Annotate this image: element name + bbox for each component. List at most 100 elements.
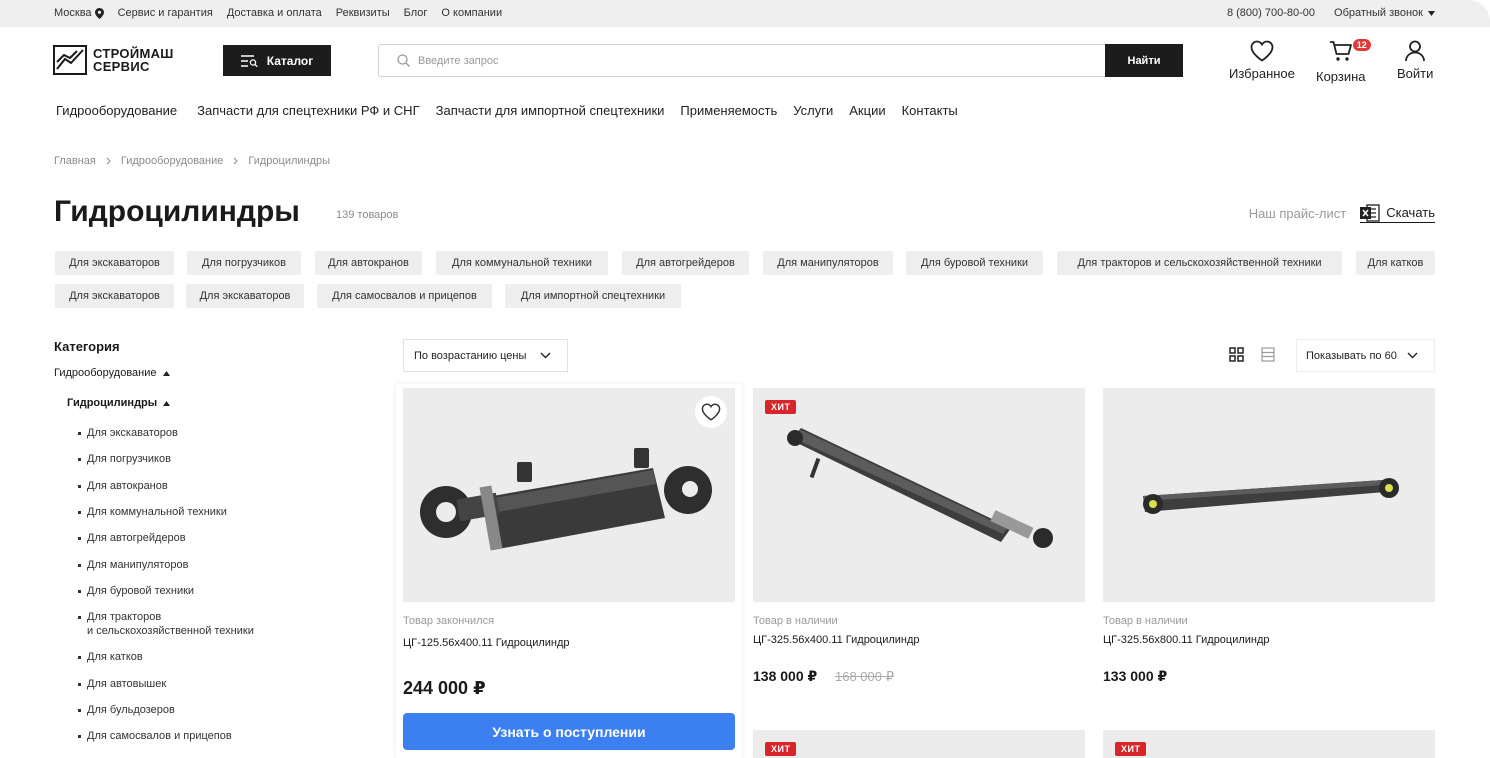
- download-pricelist-link[interactable]: Скачать: [1360, 204, 1435, 223]
- topbar-link-service[interactable]: Сервис и гарантия: [118, 7, 213, 19]
- chip-dump-trucks[interactable]: Для самосвалов и прицепов: [317, 284, 492, 308]
- sidebar-category-cylinders[interactable]: Гидроцилиндры: [67, 397, 171, 409]
- login-label: Войти: [1397, 66, 1434, 81]
- caret-up-icon: [163, 400, 171, 406]
- nav-parts-import[interactable]: Запчасти для импортной спецтехники: [436, 103, 665, 118]
- topbar-link-requisites[interactable]: Реквизиты: [336, 7, 390, 19]
- catalog-button[interactable]: Каталог: [223, 45, 331, 76]
- sidebar-item-dump-trucks[interactable]: Для самосвалов и прицепов: [78, 729, 232, 743]
- chip-tractors[interactable]: Для тракторов и сельскохозяйственной тех…: [1057, 251, 1342, 275]
- stock-status: Товар закончился: [403, 615, 495, 627]
- product-price: 133 000 ₽: [1103, 668, 1168, 684]
- sidebar-item-bulldozers[interactable]: Для бульдозеров: [78, 703, 175, 717]
- product-price: 138 000 ₽: [753, 668, 818, 684]
- product-card[interactable]: Товар в наличии ЦГ-325.56х800.11 Гидроци…: [1103, 388, 1435, 684]
- nav-promotions[interactable]: Акции: [849, 103, 885, 118]
- notify-button[interactable]: Узнать о поступлении: [403, 713, 735, 750]
- product-card[interactable]: ХИТ: [1103, 730, 1435, 758]
- product-price: 244 000 ₽: [403, 678, 486, 698]
- city-selector[interactable]: Москва: [54, 7, 104, 19]
- per-page-select[interactable]: Показывать по 60: [1296, 339, 1435, 372]
- favorites-label: Избранное: [1229, 66, 1295, 81]
- pricelist: Наш прайс-лист Скачать: [1249, 204, 1435, 223]
- chip-graders[interactable]: Для автогрейдеров: [622, 251, 749, 275]
- sidebar-item-municipal[interactable]: Для коммунальной техники: [78, 505, 227, 519]
- product-card[interactable]: ХИТ: [753, 730, 1085, 758]
- favorite-toggle[interactable]: [695, 396, 727, 428]
- product-image: [1103, 388, 1435, 602]
- product-name[interactable]: ЦГ-125.56х400.11 Гидроцилиндр: [403, 637, 570, 649]
- product-name[interactable]: ЦГ-325.56х400.11 Гидроцилиндр: [753, 634, 920, 646]
- sidebar-item-manipulators[interactable]: Для манипуляторов: [78, 558, 188, 572]
- sidebar-category-label: Гидрооборудование: [54, 367, 157, 379]
- grid-view-icon[interactable]: [1229, 347, 1244, 362]
- phone-number[interactable]: 8 (800) 700-80-00: [1227, 7, 1315, 19]
- nav-applicability[interactable]: Применяемость: [680, 103, 777, 118]
- topbar-link-blog[interactable]: Блог: [404, 7, 428, 19]
- breadcrumb-hydraulics[interactable]: Гидрооборудование: [121, 155, 224, 167]
- breadcrumb: Главная Гидрооборудование Гидроцилиндры: [54, 155, 330, 167]
- cart-button[interactable]: 12 Корзина: [1316, 39, 1371, 84]
- topbar-link-delivery[interactable]: Доставка и оплата: [227, 7, 322, 19]
- excel-icon: [1360, 204, 1380, 222]
- chip-excavators-3[interactable]: Для экскаваторов: [186, 284, 304, 308]
- nav-contacts[interactable]: Контакты: [902, 103, 958, 118]
- search-box: [378, 44, 1106, 77]
- list-view-icon[interactable]: [1261, 347, 1275, 362]
- sidebar-item-excavators[interactable]: Для экскаваторов: [78, 426, 178, 440]
- sidebar-item-aerial[interactable]: Для автовышек: [78, 677, 166, 691]
- chip-loaders[interactable]: Для погрузчиков: [187, 251, 301, 275]
- hit-badge: ХИТ: [765, 400, 797, 414]
- heart-icon: [1250, 40, 1274, 62]
- login-button[interactable]: Войти: [1397, 40, 1433, 81]
- product-name[interactable]: ЦГ-325.56х800.11 Гидроцилиндр: [1103, 634, 1270, 646]
- find-button[interactable]: Найти: [1105, 44, 1183, 77]
- chip-excavators-2[interactable]: Для экскаваторов: [55, 284, 174, 308]
- favorites-button[interactable]: Избранное: [1229, 40, 1295, 81]
- sidebar-item-drilling[interactable]: Для буровой техники: [78, 584, 194, 598]
- chip-manipulators[interactable]: Для манипуляторов: [763, 251, 893, 275]
- sidebar-category-hydraulics[interactable]: Гидрооборудование: [54, 367, 170, 379]
- logo-text: СТРОЙМАШ СЕРВИС: [93, 47, 174, 73]
- location-pin-icon: [94, 7, 104, 19]
- cart-count-badge: 12: [1352, 39, 1371, 51]
- product-image: [403, 388, 735, 602]
- sidebar-item-loaders[interactable]: Для погрузчиков: [78, 452, 171, 466]
- chip-excavators[interactable]: Для экскаваторов: [55, 251, 174, 275]
- sidebar-item-rollers[interactable]: Для катков: [78, 650, 143, 664]
- logo-mark: [53, 45, 87, 75]
- product-card[interactable]: Товар закончился ЦГ-125.56х400.11 Гидроц…: [403, 388, 735, 750]
- logo[interactable]: СТРОЙМАШ СЕРВИС: [53, 45, 174, 75]
- sidebar-item-truck-cranes[interactable]: Для автокранов: [78, 479, 168, 493]
- hit-badge: ХИТ: [1115, 742, 1147, 756]
- product-card[interactable]: ХИТ Товар в наличии ЦГ-325.56х400.11 Гид…: [753, 388, 1085, 684]
- chip-import[interactable]: Для импортной спецтехники: [505, 284, 681, 308]
- city-label: Москва: [54, 7, 92, 19]
- search-input[interactable]: [418, 54, 1058, 67]
- chip-truck-cranes[interactable]: Для автокранов: [315, 251, 422, 275]
- topbar-link-about[interactable]: О компании: [441, 7, 502, 19]
- breadcrumb-home[interactable]: Главная: [54, 155, 96, 167]
- cart-label: Корзина: [1316, 69, 1366, 84]
- chevron-down-icon: [1428, 10, 1435, 16]
- chip-municipal[interactable]: Для коммунальной техники: [436, 251, 608, 275]
- nav-parts-ru[interactable]: Запчасти для спецтехники РФ и СНГ: [197, 103, 419, 118]
- callback-label: Обратный звонок: [1334, 7, 1423, 19]
- download-label: Скачать: [1386, 205, 1435, 220]
- nav-hydraulics[interactable]: Гидрооборудование: [56, 103, 177, 118]
- hit-badge: ХИТ: [765, 742, 797, 756]
- sidebar-title: Категория: [54, 339, 120, 354]
- sort-select[interactable]: По возрастанию цены: [403, 339, 568, 372]
- old-price: 168 000 ₽: [835, 669, 894, 684]
- sidebar-item-graders[interactable]: Для автогрейдеров: [78, 531, 186, 545]
- heart-icon: [701, 403, 721, 421]
- stock-status: Товар в наличии: [1103, 615, 1188, 627]
- hydraulic-cylinder-image: [1143, 478, 1399, 514]
- callback-button[interactable]: Обратный звонок: [1334, 7, 1435, 19]
- chip-drilling[interactable]: Для буровой техники: [906, 251, 1043, 275]
- chip-rollers[interactable]: Для катков: [1356, 251, 1435, 275]
- pricelist-label: Наш прайс-лист: [1248, 206, 1347, 221]
- sidebar-item-tractors[interactable]: Для тракторов и сельскохозяйственной техн…: [78, 610, 254, 638]
- nav-services[interactable]: Услуги: [793, 103, 833, 118]
- sort-label: По возрастанию цены: [414, 349, 527, 362]
